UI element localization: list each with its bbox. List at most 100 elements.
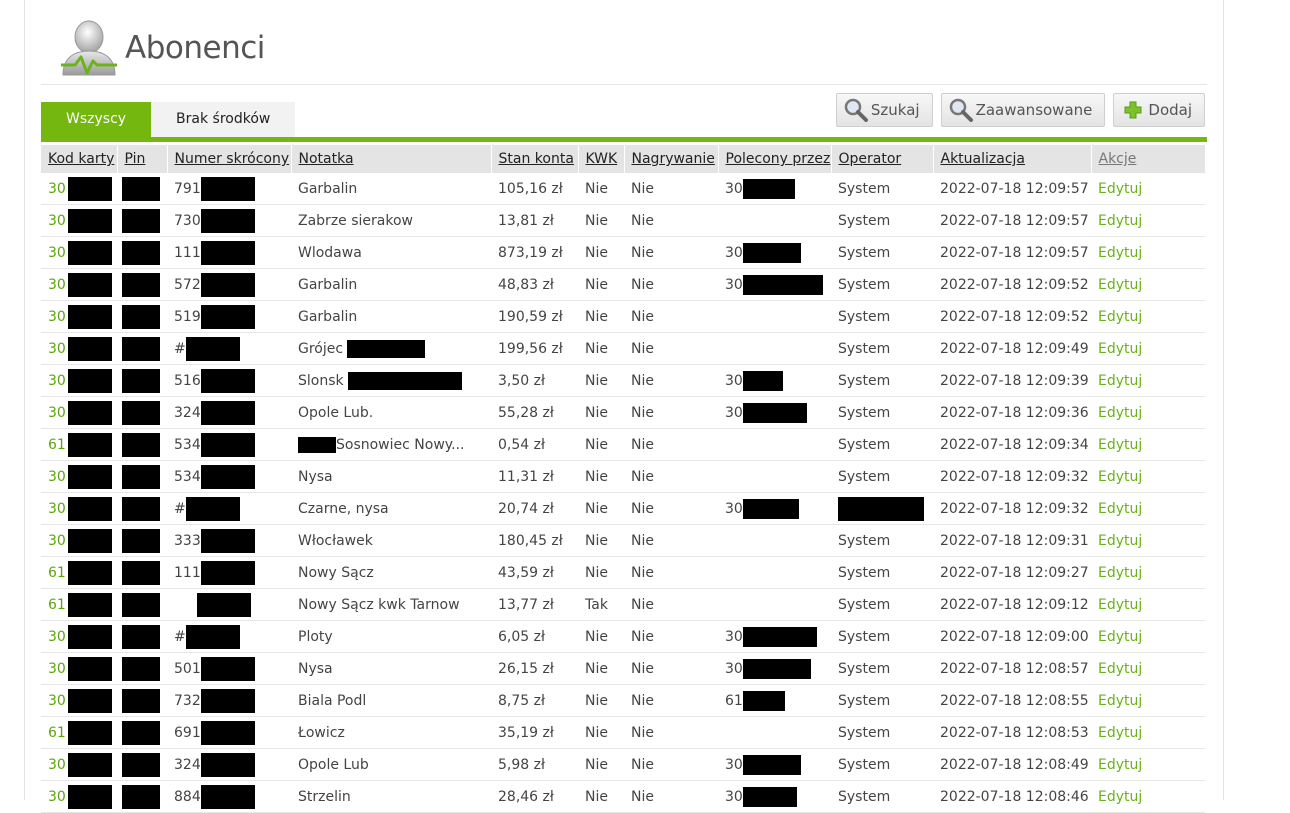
- magnifier-icon: [841, 96, 871, 124]
- cell-updated-text: 2022-07-18 12:09:57: [940, 244, 1089, 261]
- cell-kwk-text: Tak: [585, 596, 608, 613]
- cell-referred-by-text: 30: [725, 628, 743, 645]
- cell-card-code-text: 30: [48, 276, 66, 293]
- redaction-mask: [122, 688, 160, 713]
- redaction-mask: [122, 592, 160, 617]
- cell-referred-by: [718, 588, 831, 621]
- cell-actions: Edytuj: [1091, 236, 1205, 269]
- cell-actions: Edytuj: [1091, 204, 1205, 237]
- edit-link[interactable]: Edytuj: [1098, 341, 1142, 357]
- cell-recording: Nie: [624, 332, 718, 365]
- redaction-mask: [122, 752, 160, 777]
- cell-card-code-text: 30: [48, 756, 66, 773]
- edit-link[interactable]: Edytuj: [1098, 597, 1142, 613]
- col-header-pin[interactable]: Pin: [117, 145, 168, 173]
- edit-link[interactable]: Edytuj: [1098, 693, 1142, 709]
- cell-short-number: 333: [167, 524, 291, 557]
- cell-pin: [117, 652, 167, 685]
- cell-actions: Edytuj: [1091, 588, 1205, 621]
- add-button[interactable]: Dodaj: [1113, 93, 1205, 127]
- tab-all[interactable]: Wszyscy: [41, 102, 152, 137]
- redaction-mask: [347, 339, 426, 358]
- cell-note-text: Ploty: [298, 628, 333, 645]
- cell-operator-text: System: [838, 436, 891, 453]
- cell-updated: 2022-07-18 12:08:46: [933, 780, 1091, 813]
- cell-updated-text: 2022-07-18 12:09:32: [940, 500, 1089, 517]
- cell-recording-text: Nie: [631, 756, 654, 773]
- search-button[interactable]: Szukaj: [835, 93, 933, 127]
- cell-recording: Nie: [624, 204, 718, 237]
- col-header-balance[interactable]: Stan konta: [491, 145, 579, 173]
- cell-short-number-text: 884: [174, 788, 201, 805]
- cell-note: Strzelin: [291, 780, 491, 813]
- col-header-operator[interactable]: Operator: [831, 145, 934, 173]
- cell-operator: System: [831, 748, 933, 781]
- edit-link[interactable]: Edytuj: [1098, 469, 1142, 485]
- edit-link[interactable]: Edytuj: [1098, 309, 1142, 325]
- edit-link[interactable]: Edytuj: [1098, 245, 1142, 261]
- cell-updated-text: 2022-07-18 12:09:34: [940, 436, 1089, 453]
- cell-pin: [117, 204, 167, 237]
- cell-recording-text: Nie: [631, 788, 654, 805]
- edit-link[interactable]: Edytuj: [1098, 565, 1142, 581]
- cell-updated-text: 2022-07-18 12:08:53: [940, 724, 1089, 741]
- cell-referred-by: 30: [718, 364, 831, 397]
- edit-link[interactable]: Edytuj: [1098, 789, 1142, 805]
- cell-recording: Nie: [624, 300, 718, 333]
- cell-note-text: Łowicz: [298, 724, 345, 741]
- redaction-mask: [200, 528, 255, 553]
- redaction-mask: [347, 371, 462, 390]
- cell-updated: 2022-07-18 12:09:36: [933, 396, 1091, 429]
- edit-link[interactable]: Edytuj: [1098, 213, 1142, 229]
- cell-pin: [117, 236, 167, 269]
- cell-short-number-text: 111: [174, 244, 201, 261]
- cell-updated-text: 2022-07-18 12:09:27: [940, 564, 1089, 581]
- col-header-card-code[interactable]: Kod karty: [41, 145, 118, 173]
- col-header-referred-by[interactable]: Polecony przez: [718, 145, 832, 173]
- redaction-mask: [200, 784, 255, 809]
- col-header-updated[interactable]: Aktualizacja: [933, 145, 1092, 173]
- cell-balance-text: 43,59 zł: [498, 564, 554, 581]
- cell-operator: System: [831, 780, 933, 813]
- col-header-recording[interactable]: Nagrywanie: [624, 145, 719, 173]
- edit-link[interactable]: Edytuj: [1098, 437, 1142, 453]
- cell-referred-by: 30: [718, 236, 831, 269]
- edit-link[interactable]: Edytuj: [1098, 373, 1142, 389]
- cell-short-number: 324: [167, 748, 291, 781]
- edit-link[interactable]: Edytuj: [1098, 501, 1142, 517]
- cell-updated-text: 2022-07-18 12:08:57: [940, 660, 1089, 677]
- cell-short-number: #: [167, 332, 291, 365]
- cell-note: Nysa: [291, 652, 491, 685]
- cell-balance: 35,19 zł: [491, 716, 578, 749]
- cell-card-code-text: 30: [48, 180, 66, 197]
- cell-short-number-text: 516: [174, 372, 201, 389]
- edit-link[interactable]: Edytuj: [1098, 661, 1142, 677]
- edit-link[interactable]: Edytuj: [1098, 533, 1142, 549]
- cell-balance-text: 35,19 zł: [498, 724, 554, 741]
- edit-link[interactable]: Edytuj: [1098, 725, 1142, 741]
- cell-actions: Edytuj: [1091, 300, 1205, 333]
- col-header-kwk[interactable]: KWK: [578, 145, 625, 173]
- cell-short-number-text: 111: [174, 564, 201, 581]
- cell-pin: [117, 396, 167, 429]
- col-header-short-number[interactable]: Numer skrócony: [167, 145, 292, 173]
- cell-note: Garbalin: [291, 300, 491, 333]
- cell-operator: System: [831, 300, 933, 333]
- cell-card-code: 61: [41, 588, 117, 621]
- edit-link[interactable]: Edytuj: [1098, 629, 1142, 645]
- redaction-mask: [742, 498, 799, 519]
- tab-no-funds[interactable]: Brak środków: [151, 102, 296, 137]
- cell-pin: [117, 588, 167, 621]
- cell-card-code: 30: [41, 236, 117, 269]
- col-header-note[interactable]: Notatka: [291, 145, 492, 173]
- table-row: 30 # Czarne, nysa 20,74 zł Nie Nie 30 2022-07-1…: [41, 492, 1205, 525]
- edit-link[interactable]: Edytuj: [1098, 405, 1142, 421]
- edit-link[interactable]: Edytuj: [1098, 757, 1142, 773]
- edit-link[interactable]: Edytuj: [1098, 181, 1142, 197]
- redaction-mask: [67, 432, 112, 457]
- cell-referred-by: 30: [718, 268, 831, 301]
- redaction-mask: [67, 368, 112, 393]
- advanced-search-button[interactable]: Zaawansowane: [940, 93, 1106, 127]
- redaction-mask: [67, 208, 112, 233]
- edit-link[interactable]: Edytuj: [1098, 277, 1142, 293]
